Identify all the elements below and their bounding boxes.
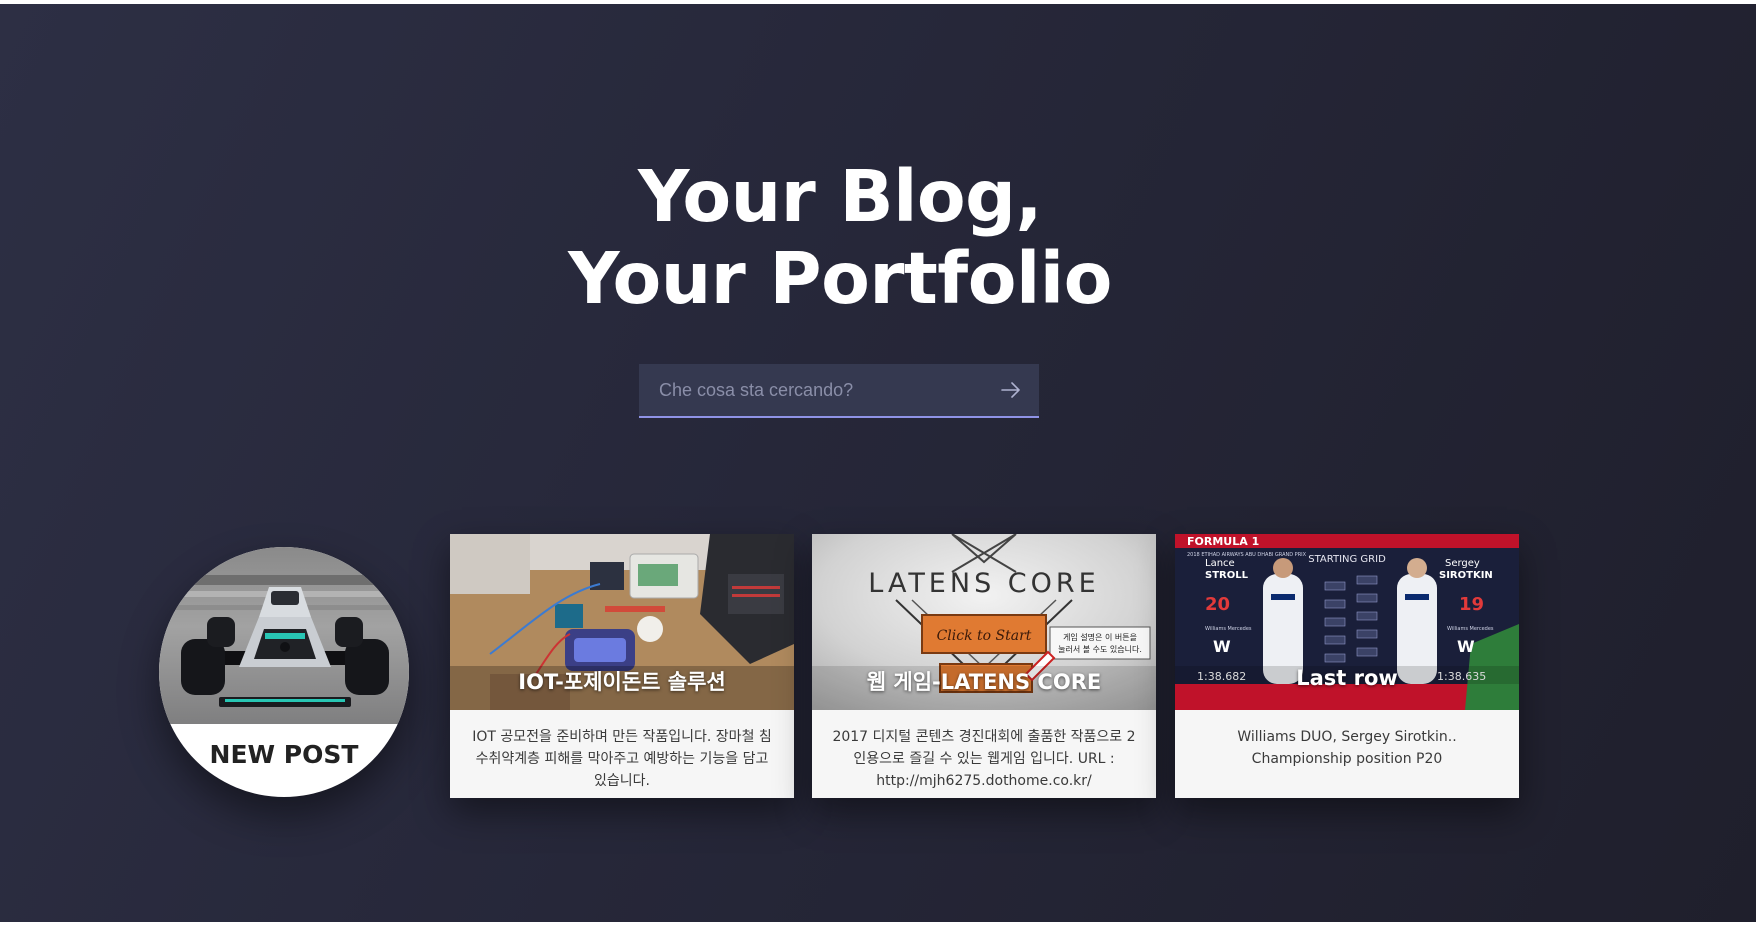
- hero-section: Your Blog, Your Portfolio Che cosa sta c…: [0, 4, 1756, 922]
- hero-title-line-2: Your Portfolio: [568, 237, 1112, 320]
- starting-grid-heading: STARTING GRID: [1308, 554, 1386, 565]
- arrow-right-icon: [1001, 382, 1020, 398]
- driver-1-team-logo: W: [1213, 637, 1231, 656]
- post-card-iot[interactable]: IOT-포제이돈트 솔루션 IOT 공모전을 준비하며 만든 작품입니다. 장마…: [450, 534, 794, 798]
- card-title-last-row: Last row: [1296, 666, 1398, 690]
- card-title-latens-core: 웹 게임-LATENS CORE: [866, 670, 1102, 694]
- f1-banner-text: FORMULA 1: [1187, 535, 1259, 548]
- hero-title: Your Blog, Your Portfolio: [0, 156, 1680, 320]
- driver-1-last-name: STROLL: [1205, 570, 1249, 581]
- driver-2-team: Williams Mercedes: [1447, 626, 1494, 632]
- driver-1-team: Williams Mercedes: [1205, 626, 1252, 632]
- click-to-start-text: Click to Start: [937, 628, 1032, 644]
- hero-title-line-1: Your Blog,: [638, 155, 1042, 238]
- driver-1-first-name: Lance: [1205, 558, 1235, 569]
- card-title-iot: IOT-포제이돈트 솔루션: [518, 670, 726, 694]
- new-post-image: [159, 547, 409, 724]
- card-description-last-row: Williams DUO, Sergey Sirotkin.. Champion…: [1237, 729, 1457, 767]
- driver-1-position: 20: [1205, 594, 1230, 615]
- driver-2-last-name: SIROTKIN: [1439, 570, 1493, 581]
- driver-2-first-name: Sergey: [1445, 558, 1480, 569]
- game-note-line-2: 눌러서 볼 수도 있습니다.: [1058, 644, 1142, 654]
- search-input[interactable]: [639, 364, 999, 416]
- new-post-button[interactable]: NEW POST: [159, 547, 409, 797]
- search-submit-button[interactable]: [983, 364, 1039, 416]
- card-description-iot: IOT 공모전을 준비하며 만든 작품입니다. 장마철 침수취약계층 피해를 막…: [472, 729, 772, 789]
- search-bar: [639, 364, 1039, 418]
- game-note-line-1: 게임 설명은 이 버튼을: [1063, 632, 1137, 642]
- post-card-last-row[interactable]: FORMULA 1 2018 ETIHAD AIRWAYS ABU DHABI …: [1175, 534, 1519, 798]
- post-card-latens-core[interactable]: LATENS CORE Click to Start 게임 설명은 이 버튼을 …: [812, 534, 1156, 798]
- new-post-label: NEW POST: [209, 740, 359, 769]
- card-description-latens-core: 2017 디지털 콘텐츠 경진대회에 출품한 작품으로 2인용으로 즐길 수 있…: [832, 729, 1136, 789]
- latens-core-logo-text: LATENS CORE: [868, 568, 1099, 599]
- driver-2-position: 19: [1459, 594, 1484, 615]
- driver-2-team-logo: W: [1457, 637, 1475, 656]
